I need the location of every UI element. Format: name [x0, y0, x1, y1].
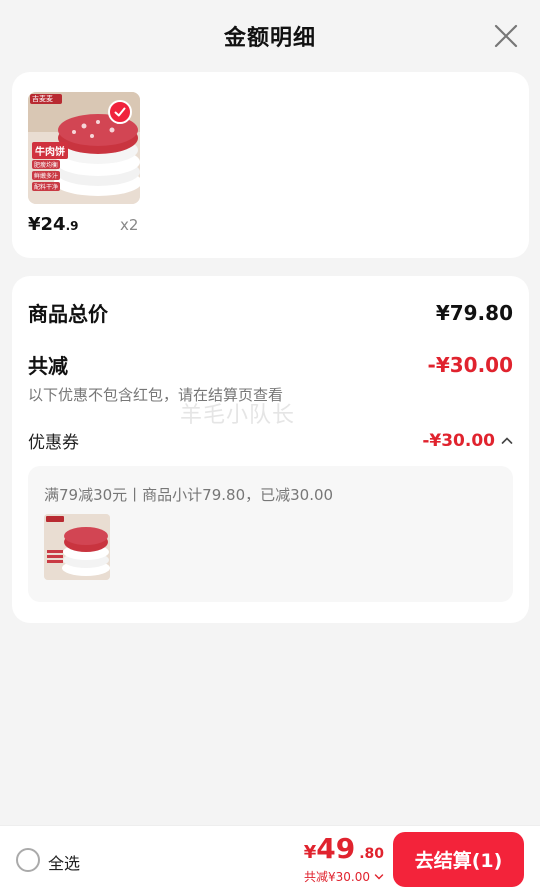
chevron-down-icon[interactable] [374, 873, 384, 881]
checkout-button[interactable]: 去结算(1) [393, 832, 524, 887]
total-row: 商品总价 ¥79.80 [28, 298, 513, 327]
select-all-radio-icon[interactable] [16, 848, 40, 872]
sheet-header: 金额明细 [0, 0, 540, 72]
price-detail-card: 商品总价 ¥79.80 共减 -¥30.00 以下优惠不包含红包，请在结算页查看… [12, 276, 529, 623]
product-price: ¥24 .9 [28, 214, 79, 235]
chevron-up-icon[interactable] [501, 436, 513, 446]
coupon-product-thumbnail [44, 514, 110, 580]
product-image[interactable]: 吉麦麦 牛肉饼 肥瘦均衡 鲜嫩多汁 配料干净 [28, 92, 140, 204]
product-image-title: 牛肉饼 [32, 142, 68, 159]
coupon-label: 优惠券 [28, 433, 79, 453]
price-decimal: .9 [65, 219, 79, 233]
total-price: ¥ 49 .80 [304, 832, 384, 865]
product-image-features: 肥瘦均衡 鲜嫩多汁 配料干净 [32, 160, 61, 191]
total-value: ¥79.80 [435, 300, 513, 325]
currency-symbol: ¥ [303, 842, 317, 863]
watermark-text: 羊毛小队长 [180, 403, 296, 428]
amount-detail-sheet: 金额明细 吉麦麦 牛肉饼 肥瘦均衡 鲜嫩多汁 配料干净 ¥24 .9 x2 商品… [0, 0, 540, 895]
product-feature: 鲜嫩多汁 [32, 171, 61, 180]
coupon-description: 满79减30元丨商品小计79.80，已减30.00 [44, 486, 334, 504]
select-all-label[interactable]: 全选 [48, 850, 80, 874]
total-integer: 49 [316, 832, 356, 865]
saved-amount[interactable]: 共减¥30.00 [304, 868, 384, 885]
check-icon[interactable] [108, 100, 132, 124]
product-feature: 肥瘦均衡 [32, 160, 61, 169]
checkout-bar: 全选 ¥ 49 .80 共减¥30.00 去结算(1) [0, 825, 540, 895]
page-title: 金额明细 [223, 26, 316, 51]
product-card: 吉麦麦 牛肉饼 肥瘦均衡 鲜嫩多汁 配料干净 ¥24 .9 x2 [12, 72, 529, 258]
coupon-value-group[interactable]: -¥30.00 [422, 431, 513, 451]
coupon-row[interactable]: 优惠券 -¥30.00 [28, 428, 513, 453]
product-feature: 配料干净 [32, 182, 61, 191]
discount-value: -¥30.00 [427, 352, 513, 377]
brand-tag: 吉麦麦 [32, 95, 53, 103]
product-quantity: x2 [120, 216, 139, 234]
saved-text: 共减¥30.00 [304, 870, 370, 884]
close-icon[interactable] [494, 24, 518, 48]
total-label: 商品总价 [28, 302, 108, 326]
coupon-value: -¥30.00 [422, 430, 495, 451]
coupon-detail-box: 满79减30元丨商品小计79.80，已减30.00 [28, 466, 513, 602]
total-decimal: .80 [359, 846, 384, 862]
price-main: ¥24 [28, 214, 66, 235]
discount-label: 共减 [28, 354, 68, 378]
discount-row: 共减 -¥30.00 [28, 350, 513, 379]
